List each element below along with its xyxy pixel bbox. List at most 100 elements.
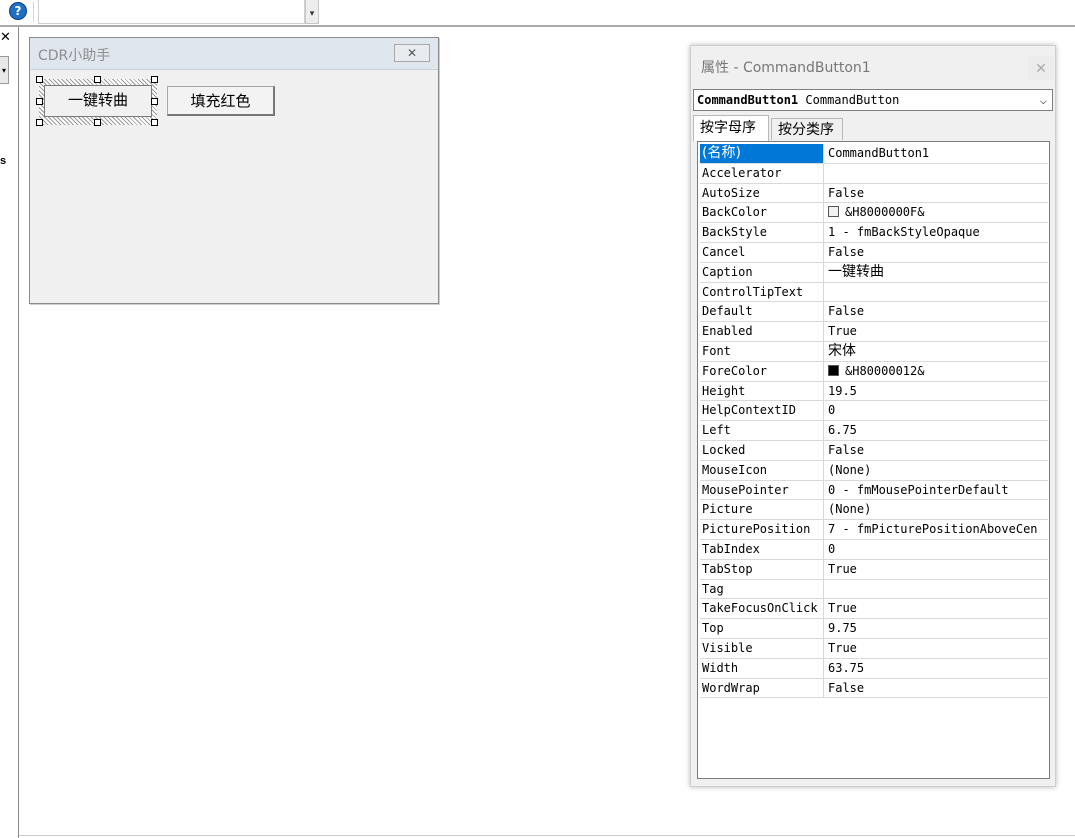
property-name: Left <box>700 421 824 440</box>
property-row[interactable]: BackStyle 1 - fmBackStyleOpaque <box>700 223 1048 243</box>
property-value[interactable]: 1 - fmBackStyleOpaque <box>825 223 1048 242</box>
resize-handle[interactable] <box>94 76 101 83</box>
property-row[interactable]: Height 19.5 <box>700 381 1048 402</box>
property-value[interactable]: False <box>825 441 1048 460</box>
command-button-1[interactable]: 一键转曲 <box>44 85 152 117</box>
property-name: Caption <box>700 262 824 282</box>
property-value[interactable]: 0 <box>825 401 1048 420</box>
property-row[interactable]: ControlTipText <box>700 282 1048 303</box>
property-value[interactable]: 一键转曲 <box>825 263 1048 282</box>
property-value[interactable]: (None) <box>825 461 1048 480</box>
resize-handle[interactable] <box>151 76 158 83</box>
toolbar-combo[interactable] <box>38 0 305 24</box>
tab-categorized[interactable]: 按分类序 <box>771 118 843 140</box>
property-value[interactable] <box>825 164 1048 183</box>
property-row[interactable]: Visible True <box>700 638 1048 659</box>
help-button[interactable]: ? <box>8 1 28 21</box>
property-name: Enabled <box>700 322 824 341</box>
property-value[interactable]: 宋体 <box>825 342 1048 361</box>
property-row[interactable]: AutoSize False <box>700 183 1048 204</box>
property-row[interactable]: Accelerator <box>700 163 1048 184</box>
property-name: PicturePosition <box>700 520 824 539</box>
property-value[interactable]: 7 - fmPicturePositionAboveCen <box>825 520 1048 539</box>
property-row[interactable]: TabIndex 0 <box>700 539 1048 560</box>
property-value[interactable]: &H8000000F& <box>825 203 1048 222</box>
property-value[interactable]: False <box>825 184 1048 203</box>
property-value[interactable]: True <box>825 322 1048 341</box>
property-value-text: 一键转曲 <box>828 263 884 280</box>
property-value-text: False <box>828 442 865 457</box>
property-row[interactable]: (名称) CommandButton1 <box>700 144 1048 164</box>
property-value[interactable]: False <box>825 243 1048 262</box>
property-row[interactable]: Font 宋体 <box>700 341 1048 362</box>
chevron-down-icon[interactable]: ⌵ <box>1040 90 1047 110</box>
property-name: ForeColor <box>700 361 824 381</box>
property-value[interactable]: 19.5 <box>825 382 1048 401</box>
property-row[interactable]: BackColor &H8000000F& <box>700 203 1048 224</box>
property-row[interactable]: TakeFocusOnClick True <box>700 599 1048 620</box>
property-row[interactable]: TabStop True <box>700 559 1048 580</box>
property-row[interactable]: HelpContextID 0 <box>700 401 1048 422</box>
close-icon[interactable]: ✕ <box>0 30 11 44</box>
property-value[interactable]: 6.75 <box>825 421 1048 440</box>
property-row[interactable]: Picture (None) <box>700 500 1048 521</box>
property-row[interactable]: ForeColor &H80000012& <box>700 361 1048 382</box>
toolbar-separator <box>33 2 34 22</box>
resize-handle[interactable] <box>36 119 43 126</box>
resize-handle[interactable] <box>36 98 43 105</box>
property-value[interactable]: &H80000012& <box>825 362 1048 381</box>
form-titlebar[interactable]: CDR小助手 ✕ <box>30 38 438 70</box>
property-name: MouseIcon <box>700 460 824 480</box>
property-row[interactable]: MouseIcon (None) <box>700 460 1048 481</box>
property-name: Height <box>700 381 824 401</box>
property-value[interactable]: True <box>825 639 1048 658</box>
close-icon: ✕ <box>406 46 418 60</box>
property-value[interactable]: 9.75 <box>825 619 1048 638</box>
property-row[interactable]: MousePointer 0 - fmMousePointerDefault <box>700 480 1048 501</box>
property-value[interactable]: False <box>825 679 1048 698</box>
command-button-2[interactable]: 填充红色 <box>167 86 275 116</box>
property-value-text: 19.5 <box>828 383 857 398</box>
property-row[interactable]: Tag <box>700 579 1048 600</box>
property-name: Font <box>700 341 824 361</box>
property-name: WordWrap <box>700 678 824 698</box>
object-select[interactable]: CommandButton1 CommandButton ⌵ <box>693 89 1053 111</box>
property-value[interactable]: 0 <box>825 540 1048 559</box>
property-row[interactable]: Enabled True <box>700 322 1048 342</box>
property-value[interactable] <box>825 283 1048 302</box>
property-row[interactable]: Cancel False <box>700 242 1048 263</box>
chevron-down-icon[interactable]: ▾ <box>0 56 9 84</box>
color-swatch <box>828 364 839 376</box>
property-row[interactable]: Left 6.75 <box>700 421 1048 441</box>
property-value[interactable]: True <box>825 599 1048 618</box>
resize-handle[interactable] <box>36 76 43 83</box>
property-row[interactable]: WordWrap False <box>700 678 1048 699</box>
property-row[interactable]: PicturePosition 7 - fmPicturePositionAbov… <box>700 520 1048 540</box>
property-value[interactable]: (None) <box>825 500 1048 519</box>
form-close-button[interactable]: ✕ <box>394 44 430 62</box>
resize-handle[interactable] <box>151 119 158 126</box>
property-value[interactable]: 63.75 <box>825 659 1048 678</box>
property-value[interactable]: False <box>825 302 1048 321</box>
property-row[interactable]: Caption 一键转曲 <box>700 262 1048 283</box>
chevron-down-icon[interactable]: ▾ <box>305 0 319 24</box>
property-row[interactable]: Default False <box>700 302 1048 323</box>
property-row[interactable]: Locked False <box>700 440 1048 461</box>
resize-handle[interactable] <box>94 119 101 126</box>
property-value[interactable]: True <box>825 560 1048 579</box>
property-row[interactable]: Width 63.75 <box>700 658 1048 679</box>
property-value-text: False <box>828 680 865 695</box>
left-panel-text: s <box>0 155 7 167</box>
property-row[interactable]: Top 9.75 <box>700 619 1048 639</box>
property-name: Default <box>700 302 824 322</box>
properties-close-button[interactable]: ✕ <box>1028 56 1054 80</box>
property-value-text: False <box>828 304 865 319</box>
resize-handle[interactable] <box>151 98 158 105</box>
properties-tabs: 按字母序 按分类序 <box>693 115 1053 141</box>
property-value[interactable]: 0 - fmMousePointerDefault <box>825 481 1048 500</box>
user-form[interactable]: CDR小助手 ✕ 一键转曲 填充红色 <box>29 37 439 304</box>
tab-alphabetic[interactable]: 按字母序 <box>693 115 769 141</box>
property-value[interactable]: CommandButton1 <box>825 144 1048 163</box>
property-value[interactable] <box>825 580 1048 599</box>
object-name: CommandButton1 <box>697 93 799 107</box>
